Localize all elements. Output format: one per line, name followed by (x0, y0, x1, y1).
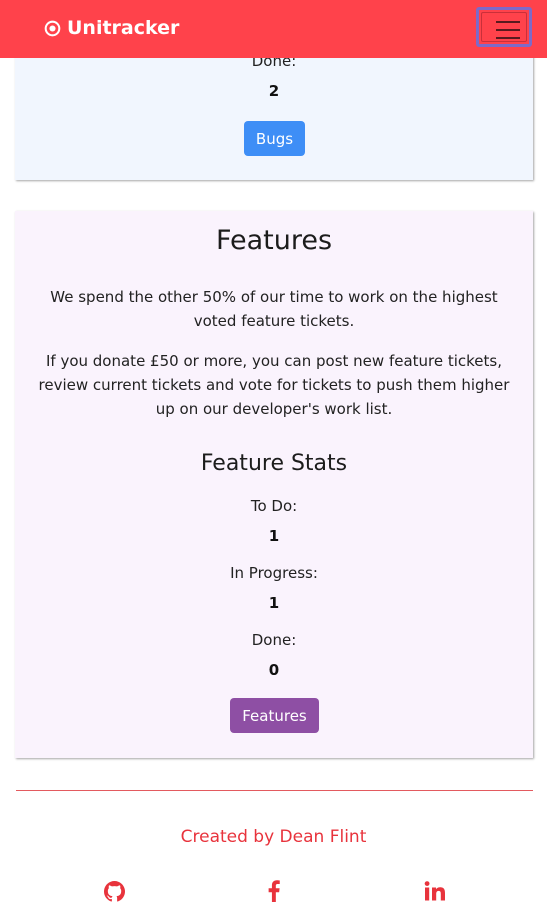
linkedin-icon (424, 881, 445, 901)
features-done-label: Done: (251, 631, 297, 649)
features-button[interactable]: Features (230, 698, 319, 733)
dot-circle-icon (44, 20, 61, 36)
bugs-done-value: 2 (268, 82, 280, 100)
footer-credit: Created by Dean Flint (180, 827, 367, 847)
brand-name: Unitracker (67, 17, 180, 39)
github-icon (103, 880, 125, 901)
brand-link[interactable]: Unitracker (44, 15, 179, 41)
facebook-link[interactable] (262, 879, 286, 903)
navbar: Unitracker (0, 0, 547, 58)
bugs-button[interactable]: Bugs (244, 121, 305, 156)
features-paragraph-2-line-2: review current tickets and vote for tick… (38, 376, 510, 394)
linkedin-link[interactable] (423, 879, 447, 903)
features-title: Features (215, 225, 333, 256)
features-card: Features We spend the other 50% of our t… (15, 211, 533, 758)
features-done-value: 0 (268, 661, 280, 679)
menu-bar-bottom (496, 37, 520, 39)
footer-divider (16, 790, 533, 791)
todo-label: To Do: (250, 497, 298, 515)
github-link[interactable] (102, 879, 126, 903)
hamburger-menu-icon (481, 12, 527, 42)
feature-stats-title: Feature Stats (200, 451, 348, 476)
facebook-icon (268, 880, 280, 902)
features-paragraph-2-line-1: If you donate £50 or more, you can post … (45, 352, 503, 370)
features-paragraph-2-line-3: up on our developer's work list. (155, 400, 393, 418)
todo-value: 1 (268, 527, 280, 545)
menu-bar-top (496, 21, 520, 23)
features-paragraph-1-line-1: We spend the other 50% of our time to wo… (50, 288, 498, 306)
menu-bar-middle (496, 29, 520, 31)
menu-toggle-button[interactable] (476, 7, 532, 47)
in-progress-value: 1 (268, 594, 280, 612)
in-progress-label: In Progress: (230, 564, 318, 582)
features-paragraph-1-line-2: voted feature tickets. (193, 312, 355, 330)
